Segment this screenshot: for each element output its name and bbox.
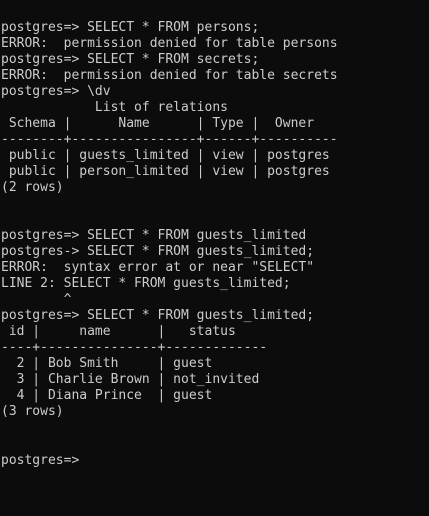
terminal-line: List of relations	[1, 100, 228, 115]
terminal-line: 3 | Charlie Brown | not_invited	[1, 372, 260, 387]
terminal-line: (2 rows)	[1, 180, 64, 195]
terminal-prompt-line[interactable]: postgres=>	[0, 452, 429, 468]
terminal-cursor[interactable]	[87, 452, 94, 466]
terminal-line: --------+----------------+------+-------…	[1, 132, 338, 147]
terminal-line: ERROR: permission denied for table secre…	[1, 68, 338, 83]
terminal-line: public | person_limited | view | postgre…	[1, 164, 330, 179]
terminal-window[interactable]: postgres=> SELECT * FROM persons; ERROR:…	[0, 0, 429, 516]
terminal-line: postgres=> SELECT * FROM guests_limited;	[1, 308, 315, 323]
terminal-line: 4 | Diana Prince | guest	[1, 388, 213, 403]
terminal-line: 2 | Bob Smith | guest	[1, 356, 213, 371]
terminal-line: id | name | status	[1, 324, 236, 339]
terminal-line: LINE 2: SELECT * FROM guests_limited;	[1, 276, 291, 291]
terminal-line: Schema | Name | Type | Owner	[1, 116, 315, 131]
terminal-prompt: postgres=>	[1, 453, 88, 468]
terminal-line: ERROR: permission denied for table perso…	[1, 36, 338, 51]
terminal-line: postgres=> SELECT * FROM guests_limited	[1, 228, 307, 243]
terminal-line: (3 rows)	[1, 404, 64, 419]
terminal-line: postgres=> SELECT * FROM persons;	[1, 20, 260, 35]
terminal-line: ----+---------------+-------------	[1, 340, 268, 355]
terminal-line: ^	[1, 292, 72, 307]
terminal-line: postgres=> \dv	[1, 84, 111, 99]
terminal-line: ERROR: syntax error at or near "SELECT"	[1, 260, 315, 275]
terminal-line: postgres-> SELECT * FROM guests_limited;	[1, 244, 315, 259]
terminal-line: public | guests_limited | view | postgre…	[1, 148, 330, 163]
terminal-line: postgres=> SELECT * FROM secrets;	[1, 52, 260, 67]
